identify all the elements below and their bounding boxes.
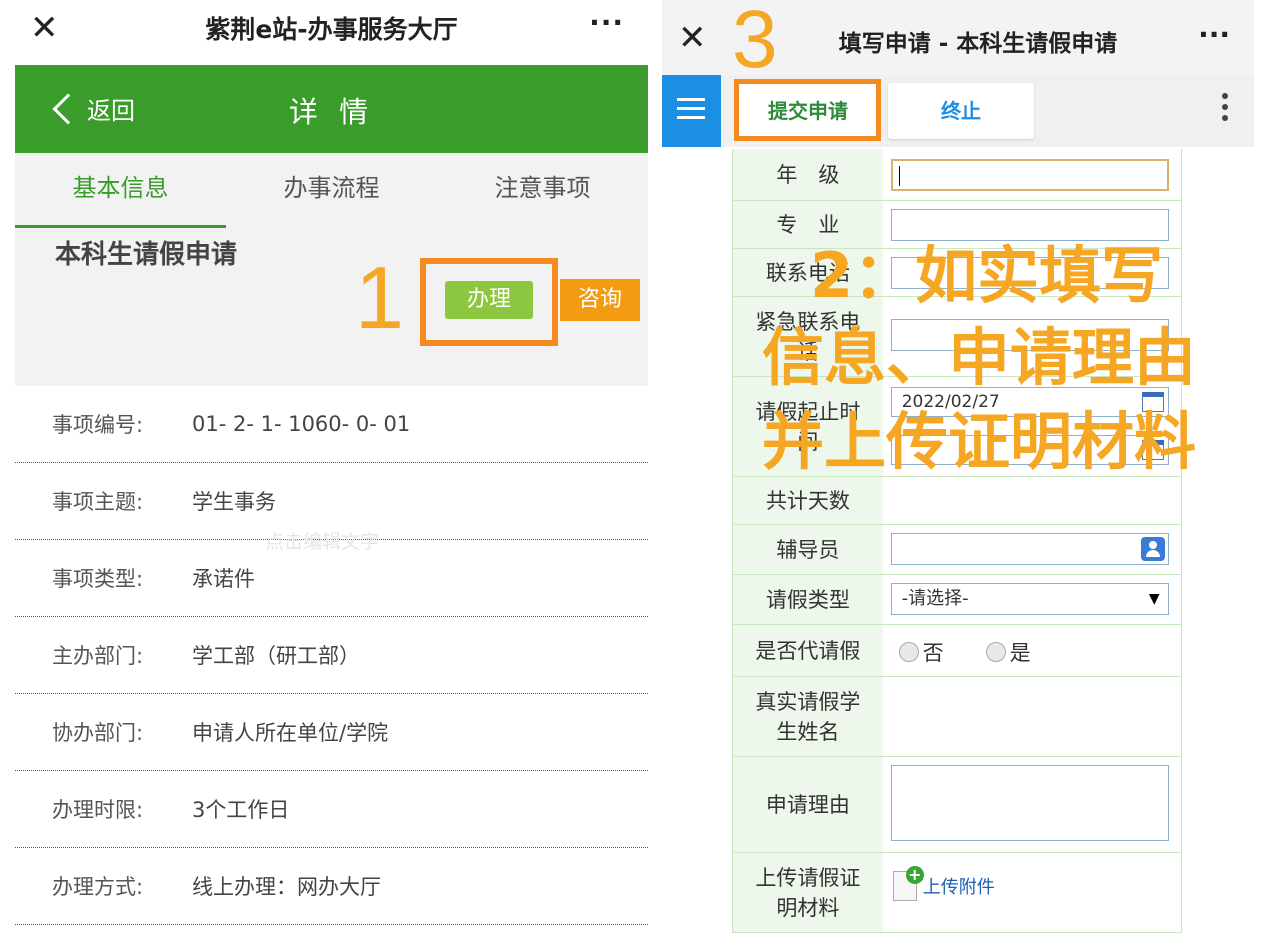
right-screen: ✕ 填写申请 - 本科生请假申请 ··· 提交申请 终止 3 年 级 专 业 联… — [662, 0, 1254, 951]
major-input[interactable] — [890, 209, 1169, 241]
overlay-line-2: 信息、申请理由 — [762, 321, 1197, 394]
radio-icon[interactable] — [985, 642, 1006, 662]
overlay-line-3: 并上传证明材料 — [762, 405, 1197, 478]
real-name-value — [883, 677, 1182, 756]
proxy-no-option[interactable]: 否 — [898, 637, 944, 667]
form-toolbar: 提交申请 终止 — [662, 75, 1254, 147]
detail-row: 主办部门: 学工部（研工部） — [15, 617, 648, 694]
form-row-proxy: 是否代请假 否 是 — [733, 625, 1182, 677]
item-name: 本科生请假申请 — [55, 240, 238, 270]
form-row-counselor: 辅导员 — [733, 525, 1182, 575]
document-icon: + — [892, 866, 924, 901]
hamburger-icon — [677, 98, 705, 101]
detail-label: 办理方式: — [52, 875, 144, 899]
left-top-bar: ✕ 紫荆e站-办事服务大厅 ··· — [15, 0, 648, 65]
total-days-value — [883, 477, 1182, 524]
watermark-text: 点击编辑文字 — [265, 531, 380, 553]
form-row-leave-type: 请假类型 -请选择- ▼ — [733, 575, 1182, 625]
dropdown-arrow-icon: ▼ — [1148, 591, 1160, 607]
stop-button[interactable]: 终止 — [888, 83, 1034, 139]
plus-icon: + — [905, 866, 924, 884]
detail-list: 事项编号: 01- 2- 1- 1060- 0- 01 事项主题: 学生事务 事… — [15, 386, 648, 925]
form-row-days: 共计天数 — [733, 477, 1182, 525]
reason-textarea[interactable] — [890, 765, 1169, 841]
proxy-radio-group: 否 是 — [898, 637, 1073, 667]
tab-process[interactable]: 办事流程 — [226, 153, 437, 228]
proxy-yes-option[interactable]: 是 — [985, 637, 1031, 667]
more-icon[interactable]: ··· — [589, 6, 624, 39]
detail-value: 承诺件 — [192, 567, 255, 591]
field-label: 真实请假学生姓名 — [733, 677, 883, 756]
form-row-grade: 年 级 — [733, 149, 1182, 201]
detail-value: 学工部（研工部） — [192, 644, 360, 668]
left-screen: ✕ 紫荆e站-办事服务大厅 ··· 返回 详 情 基本信息 办事流程 注意事项 … — [15, 0, 648, 951]
field-label: 是否代请假 — [733, 625, 883, 676]
highlight-box — [734, 79, 881, 141]
detail-row: 协办部门: 申请人所在单位/学院 — [15, 694, 648, 771]
window-title: 紫荆e站-办事服务大厅 — [205, 15, 458, 44]
detail-value: 申请人所在单位/学院 — [192, 721, 389, 745]
step-number-3: 3 — [732, 0, 778, 85]
detail-label: 办理时限: — [52, 798, 144, 822]
highlight-box — [420, 258, 558, 346]
detail-label: 事项类型: — [52, 567, 144, 591]
detail-value: 3个工作日 — [192, 798, 290, 822]
overlay-step-2: 2：如实填写 — [810, 239, 1164, 312]
detail-value: 线上办理：网办大厅 — [192, 875, 381, 899]
tab-notes[interactable]: 注意事项 — [437, 153, 648, 228]
form-row-upload: 上传请假证明材料 + 上传附件 — [733, 853, 1182, 933]
detail-row: 办理时限: 3个工作日 — [15, 771, 648, 848]
detail-value: 01- 2- 1- 1060- 0- 01 — [192, 412, 411, 436]
field-label: 辅导员 — [733, 525, 883, 574]
field-label: 上传请假证明材料 — [733, 853, 883, 932]
tab-basic-info[interactable]: 基本信息 — [15, 153, 226, 228]
page-title: 详 情 — [288, 95, 375, 129]
leave-type-select[interactable]: -请选择- ▼ — [890, 583, 1169, 615]
detail-label: 事项主题: — [52, 490, 144, 514]
radio-icon[interactable] — [898, 642, 919, 662]
tab-bar: 基本信息 办事流程 注意事项 — [15, 153, 648, 228]
header-bar: 返回 详 情 — [15, 65, 648, 153]
field-label: 共计天数 — [733, 477, 883, 524]
person-icon[interactable] — [1140, 537, 1165, 561]
counselor-input[interactable] — [890, 533, 1169, 565]
detail-label: 主办部门: — [52, 644, 144, 668]
form-row-reason: 申请理由 — [733, 757, 1182, 853]
detail-row: 事项编号: 01- 2- 1- 1060- 0- 01 — [15, 386, 648, 463]
step-number-1: 1 — [355, 248, 404, 347]
more-icon[interactable]: ··· — [1198, 18, 1230, 51]
menu-button[interactable] — [662, 75, 721, 147]
detail-label: 事项编号: — [52, 413, 144, 437]
form-row-real-name: 真实请假学生姓名 — [733, 677, 1182, 757]
field-label: 请假类型 — [733, 575, 883, 624]
item-card: 本科生请假申请 1 办理 咨询 — [15, 228, 648, 386]
kebab-menu-icon[interactable] — [1222, 93, 1228, 126]
detail-label: 协办部门: — [52, 721, 144, 745]
grade-input[interactable] — [890, 159, 1169, 191]
detail-value: 学生事务 — [192, 490, 276, 514]
detail-row: 办理方式: 线上办理：网办大厅 — [15, 848, 648, 925]
field-label: 年 级 — [733, 149, 883, 200]
consult-button[interactable]: 咨询 — [560, 279, 640, 321]
upload-attachment-link[interactable]: + 上传附件 — [892, 866, 995, 901]
field-label: 申请理由 — [733, 757, 883, 852]
